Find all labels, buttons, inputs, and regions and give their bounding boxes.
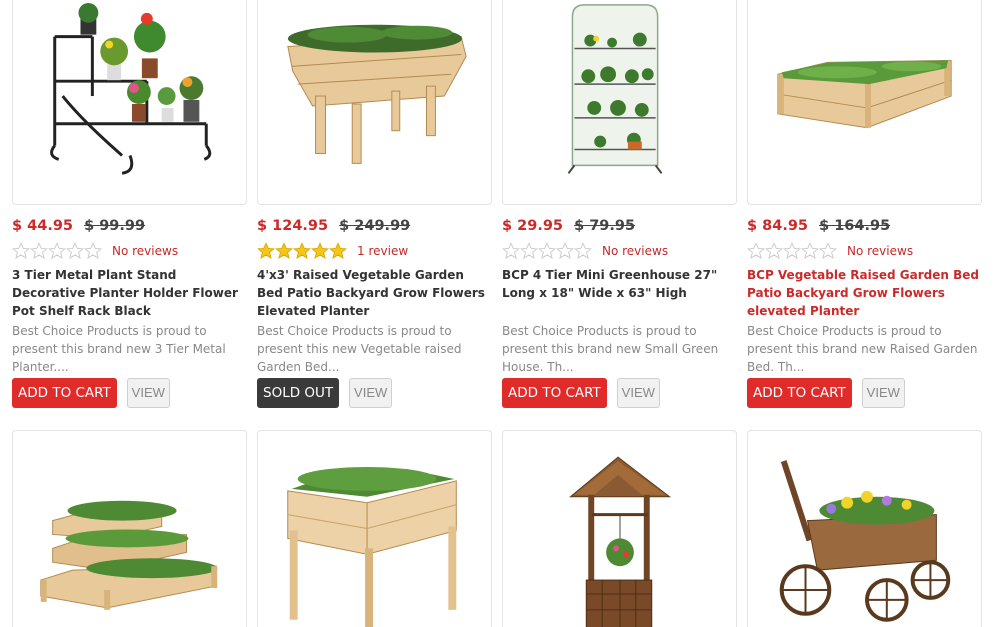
view-button[interactable]: VIEW	[861, 378, 905, 408]
card-actions: ADD TO CART VIEW	[12, 378, 247, 408]
standing-planter-box-image	[287, 467, 457, 627]
star-empty-icon	[783, 242, 801, 259]
view-button[interactable]: VIEW	[616, 378, 660, 408]
star-empty-icon	[538, 242, 556, 259]
star-empty-icon	[502, 242, 520, 259]
star-empty-icon	[819, 242, 837, 259]
star-empty-icon	[48, 242, 66, 259]
price: $ 84.95	[747, 218, 809, 234]
review-count-link[interactable]: No reviews	[847, 244, 913, 258]
product-description: Best Choice Products is proud to present…	[12, 324, 226, 374]
product-image[interactable]	[12, 430, 247, 627]
original-price: $ 249.99	[339, 218, 411, 234]
star-empty-icon	[66, 242, 84, 259]
product-description: Best Choice Products is proud to present…	[747, 324, 978, 374]
star-empty-icon	[12, 242, 30, 259]
product-title-link[interactable]: 4'x3' Raised Vegetable Garden Bed Patio …	[257, 266, 492, 320]
star-rating	[12, 242, 102, 260]
wagon-planter-image	[779, 460, 951, 622]
card-actions: ADD TO CART VIEW	[502, 378, 737, 408]
product-image[interactable]	[747, 430, 982, 627]
star-filled-icon	[257, 242, 275, 259]
price-row: $ 29.95 $ 79.95	[502, 218, 737, 236]
star-filled-icon	[293, 242, 311, 259]
original-price: $ 99.99	[84, 218, 146, 234]
review-count-link[interactable]: 1 review	[357, 244, 408, 258]
product-card: $ 29.95 $ 79.95 No reviews BCP 4 Tier Mi…	[502, 0, 737, 408]
review-count-link[interactable]: No reviews	[112, 244, 178, 258]
product-image[interactable]	[747, 0, 982, 205]
wishing-well-planter-image	[569, 456, 672, 627]
price-row: $ 124.95 $ 249.99	[257, 218, 492, 236]
view-button[interactable]: VIEW	[349, 378, 393, 408]
star-rating	[502, 242, 592, 260]
view-button[interactable]: VIEW	[126, 378, 170, 408]
star-empty-icon	[30, 242, 48, 259]
product-image[interactable]	[502, 430, 737, 627]
product-image[interactable]	[502, 0, 737, 205]
product-title-link[interactable]: BCP Vegetable Raised Garden Bed Patio Ba…	[747, 266, 982, 320]
star-empty-icon	[747, 242, 765, 259]
product-image[interactable]	[257, 0, 492, 205]
product-card	[502, 430, 737, 627]
star-empty-icon	[574, 242, 592, 259]
add-to-cart-button[interactable]: ADD TO CART	[747, 378, 852, 408]
star-empty-icon	[765, 242, 783, 259]
product-card: $ 84.95 $ 164.95 No reviews BCP Vegetabl…	[747, 0, 982, 408]
add-to-cart-button[interactable]: ADD TO CART	[12, 378, 117, 408]
product-title-link[interactable]: 3 Tier Metal Plant Stand Decorative Plan…	[12, 266, 247, 320]
original-price: $ 164.95	[819, 218, 891, 234]
mini-greenhouse-image	[567, 4, 663, 174]
product-card	[747, 430, 982, 627]
product-card	[12, 430, 247, 627]
price-row: $ 44.95 $ 99.99	[12, 218, 247, 236]
metal-plant-stand-image	[50, 2, 212, 175]
review-count-link[interactable]: No reviews	[602, 244, 668, 258]
star-empty-icon	[84, 242, 102, 259]
product-card: $ 124.95 $ 249.99 1 review 4'x3' Raised …	[257, 0, 492, 408]
product-title-link[interactable]: BCP 4 Tier Mini Greenhouse 27" Long x 18…	[502, 266, 737, 320]
price: $ 124.95	[257, 218, 329, 234]
rating: No reviews	[502, 240, 737, 262]
star-filled-icon	[275, 242, 293, 259]
star-filled-icon	[329, 242, 347, 259]
sold-out-badge: SOLD OUT	[257, 378, 340, 408]
product-description: Best Choice Products is proud to present…	[502, 324, 719, 374]
price: $ 44.95	[12, 218, 74, 234]
price: $ 29.95	[502, 218, 564, 234]
three-tier-garden-bed-image	[40, 500, 218, 610]
product-description: Best Choice Products is proud to present…	[257, 324, 462, 374]
rating: 1 review	[257, 240, 492, 262]
raised-garden-bed-image	[777, 59, 952, 129]
star-empty-icon	[556, 242, 574, 259]
card-actions: ADD TO CART VIEW	[747, 378, 982, 408]
product-image[interactable]	[257, 430, 492, 627]
product-card: $ 44.95 $ 99.99 No reviews 3 Tier Metal …	[12, 0, 247, 408]
star-rating	[257, 242, 347, 260]
star-empty-icon	[801, 242, 819, 259]
star-empty-icon	[520, 242, 538, 259]
card-actions: SOLD OUT VIEW	[257, 378, 492, 408]
product-image[interactable]	[12, 0, 247, 205]
product-card	[257, 430, 492, 627]
elevated-planter-image	[287, 24, 467, 164]
original-price: $ 79.95	[574, 218, 636, 234]
star-rating	[747, 242, 837, 260]
add-to-cart-button[interactable]: ADD TO CART	[502, 378, 607, 408]
rating: No reviews	[747, 240, 982, 262]
star-filled-icon	[311, 242, 329, 259]
price-row: $ 84.95 $ 164.95	[747, 218, 982, 236]
rating: No reviews	[12, 240, 247, 262]
